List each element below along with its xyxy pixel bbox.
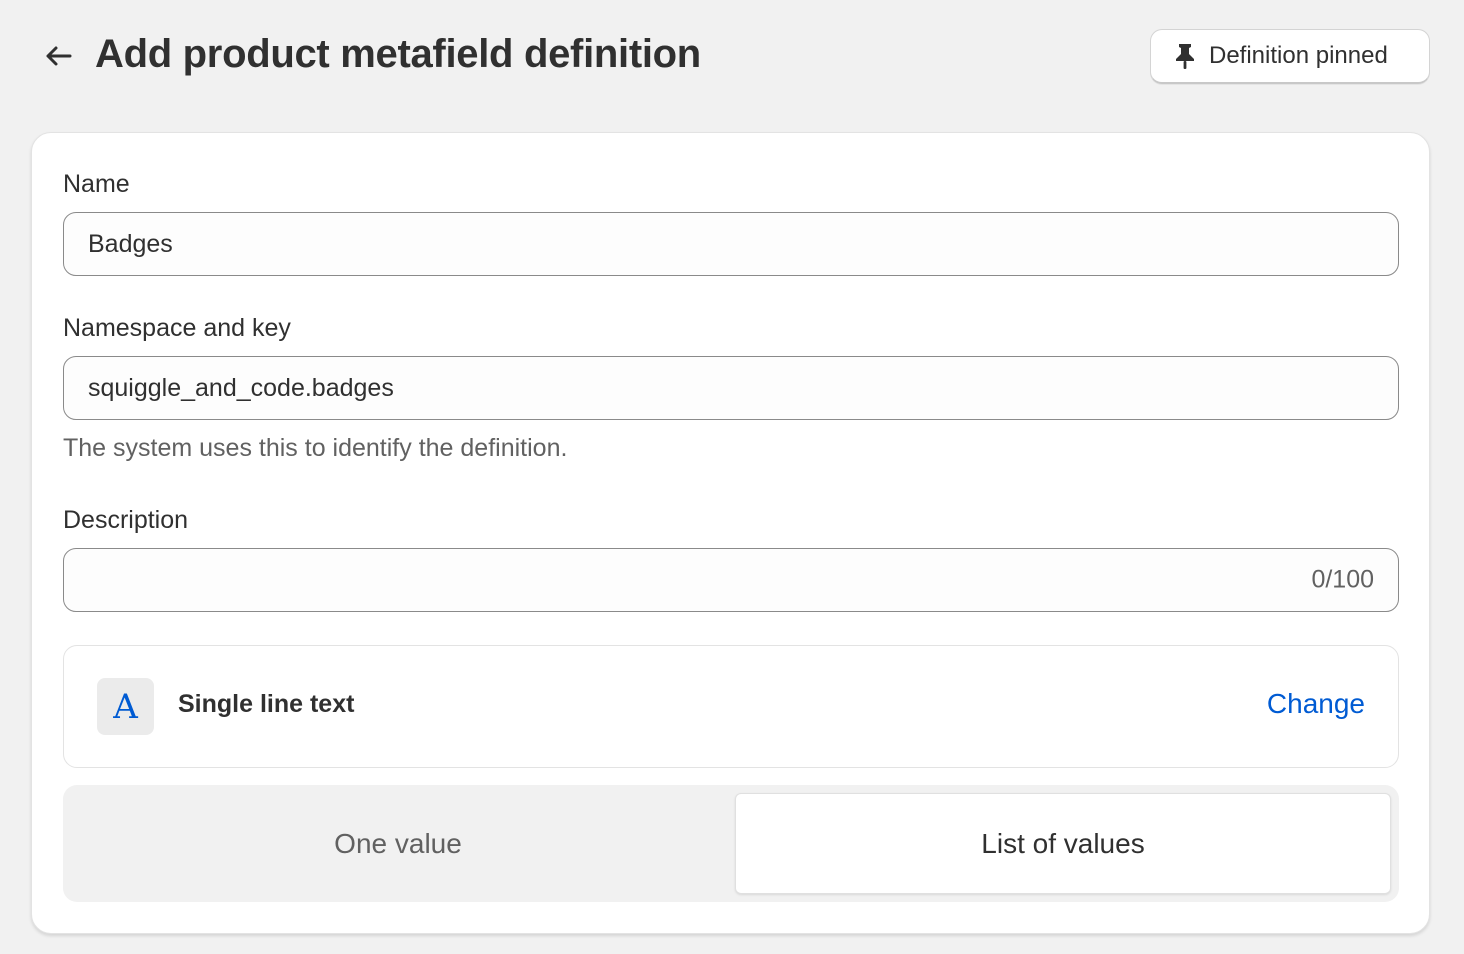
name-label: Name [63,170,130,198]
one-value-option[interactable]: One value [63,793,733,894]
namespace-key-value: squiggle_and_code.badges [88,373,394,402]
name-input-value: Badges [88,229,173,258]
definition-form-card: Name Badges Namespace and key squiggle_a… [31,132,1430,934]
namespace-key-label: Namespace and key [63,314,291,342]
pin-icon [1176,44,1194,69]
change-type-link[interactable]: Change [1267,688,1365,720]
page-title: Add product metafield definition [95,32,701,76]
definition-pinned-label: Definition pinned [1209,42,1388,69]
arrow-left-icon [46,46,72,66]
type-name: Single line text [178,690,355,718]
namespace-key-input[interactable]: squiggle_and_code.badges [63,356,1399,420]
list-of-values-option[interactable]: List of values [735,793,1391,894]
character-counter: 0/100 [1311,565,1374,594]
type-selector: A Single line text Change [63,645,1399,768]
description-label: Description [63,506,189,534]
name-input[interactable]: Badges [63,212,1399,276]
page-header: Add product metafield definition Definit… [0,0,1464,112]
text-type-icon: A [97,678,154,735]
description-input[interactable]: 0/100 [63,548,1399,612]
back-button[interactable] [38,38,78,74]
definition-pinned-button[interactable]: Definition pinned [1150,29,1430,84]
value-mode-toggle: One value List of values [63,785,1399,902]
namespace-key-help-text: The system uses this to identify the def… [63,434,568,462]
